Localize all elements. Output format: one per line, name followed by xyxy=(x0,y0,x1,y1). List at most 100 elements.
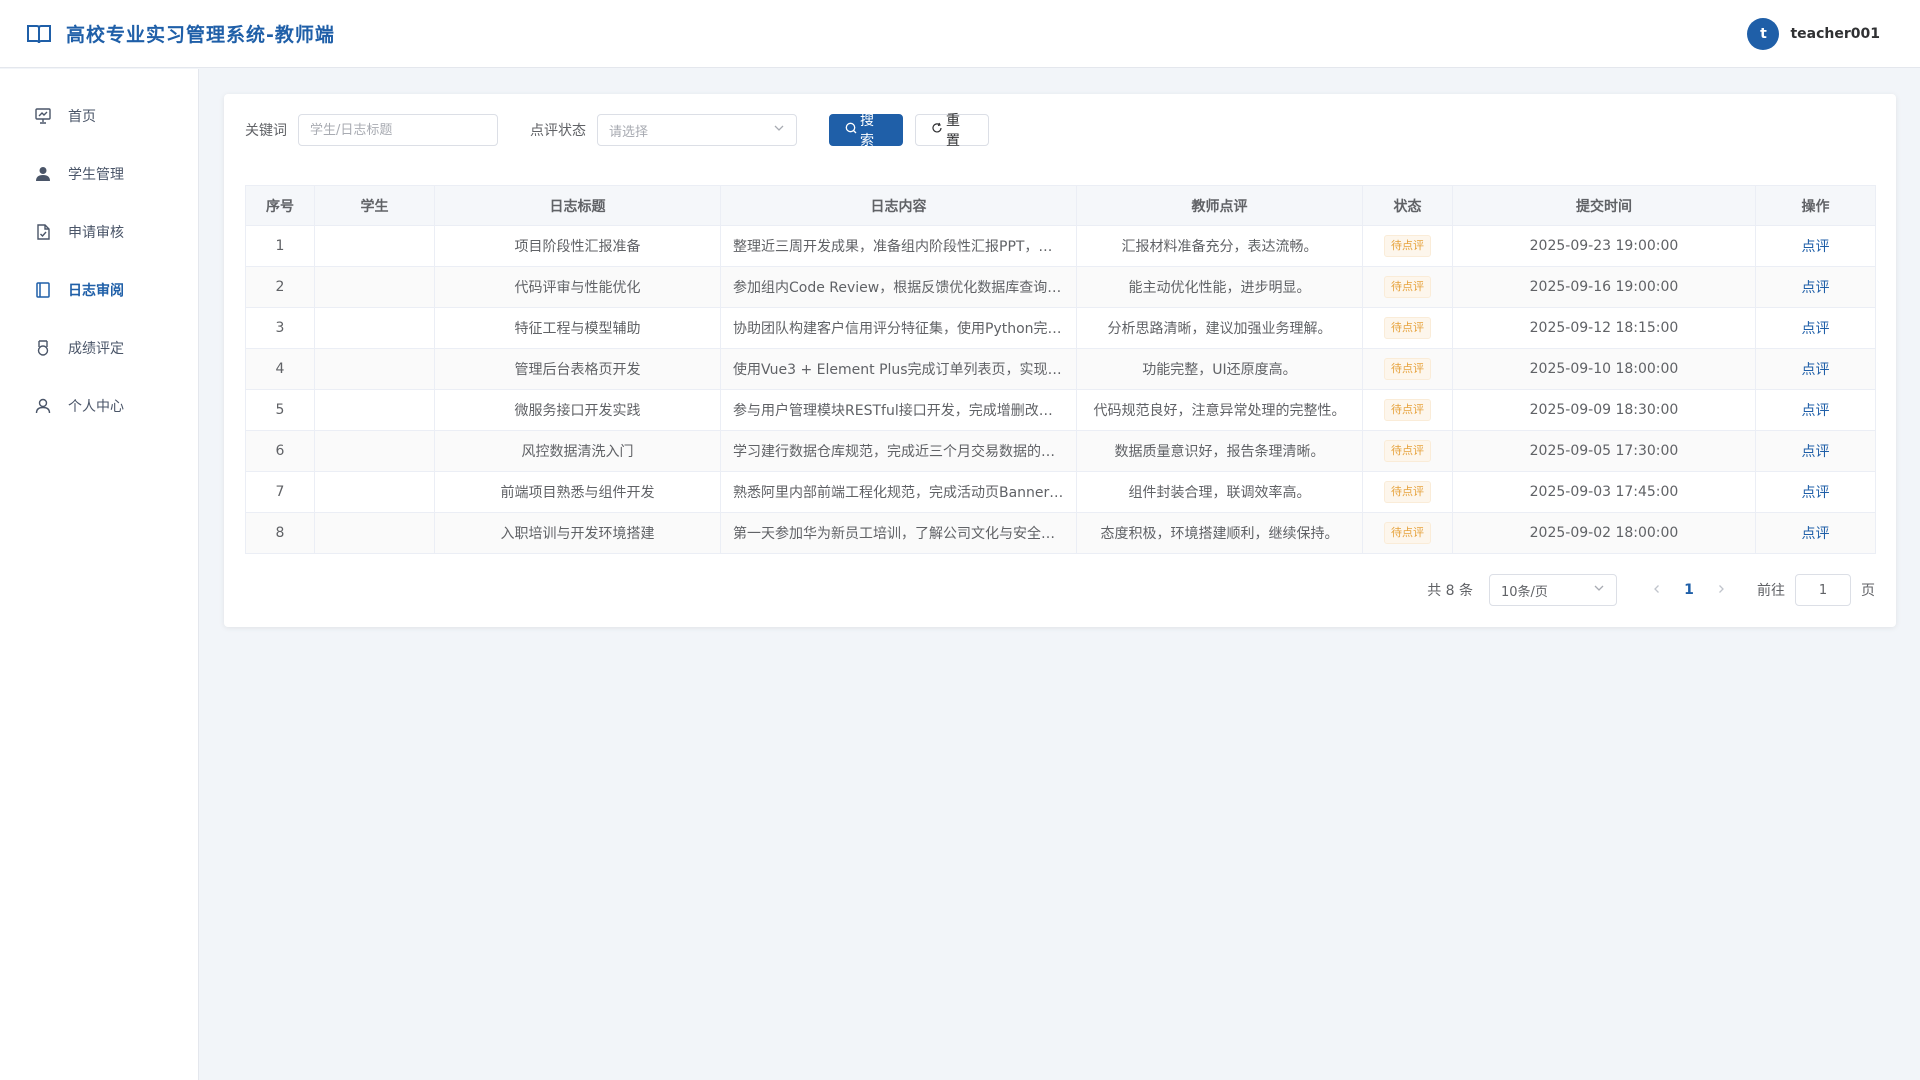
status-badge: 待点评 xyxy=(1384,522,1431,544)
status-badge: 待点评 xyxy=(1384,481,1431,503)
sidebar-item-grading[interactable]: 成绩评定 xyxy=(0,319,198,377)
app-title: 高校专业实习管理系统-教师端 xyxy=(66,24,335,46)
page-number[interactable]: 1 xyxy=(1673,582,1705,598)
page-suffix: 页 xyxy=(1861,583,1875,599)
sidebar-item-students[interactable]: 学生管理 xyxy=(0,145,198,203)
goto-label: 前往 xyxy=(1757,583,1785,599)
review-link[interactable]: 点评 xyxy=(1802,362,1830,378)
cell-action: 点评 xyxy=(1755,348,1876,390)
review-link[interactable]: 点评 xyxy=(1802,444,1830,460)
review-link[interactable]: 点评 xyxy=(1802,321,1830,337)
review-link[interactable]: 点评 xyxy=(1802,403,1830,419)
cell-student xyxy=(314,225,435,267)
cell-action: 点评 xyxy=(1755,266,1876,308)
column-header: 操作 xyxy=(1755,185,1876,226)
cell-index: 1 xyxy=(245,225,315,267)
review-link[interactable]: 点评 xyxy=(1802,485,1830,501)
cell-content: 协助团队构建客户信用评分特征集，使用Python完… xyxy=(720,307,1077,349)
cell-title: 前端项目熟悉与组件开发 xyxy=(434,471,721,513)
log-table: 序号 学生 日志标题 日志内容 教师点评 状态 提交时间 操作 1 项目阶段性汇… xyxy=(245,185,1876,554)
cell-action: 点评 xyxy=(1755,389,1876,431)
cell-content: 学习建行数据仓库规范，完成近三个月交易数据的… xyxy=(720,430,1077,472)
sidebar: 首页 学生管理 申请审核 日志审阅 成绩评定 个人中心 xyxy=(0,69,199,1080)
cell-content: 第一天参加华为新员工培训，了解公司文化与安全… xyxy=(720,512,1077,554)
cell-comment: 态度积极，环境搭建顺利，继续保持。 xyxy=(1076,512,1363,554)
cell-title: 项目阶段性汇报准备 xyxy=(434,225,721,267)
next-page-button[interactable] xyxy=(1705,582,1737,598)
cell-index: 3 xyxy=(245,307,315,349)
cell-content: 参与用户管理模块RESTful接口开发，完成增删改… xyxy=(720,389,1077,431)
cell-comment: 分析思路清晰，建议加强业务理解。 xyxy=(1076,307,1363,349)
status-label: 点评状态 xyxy=(530,123,586,139)
cell-comment: 功能完整，UI还原度高。 xyxy=(1076,348,1363,390)
cell-time: 2025-09-10 18:00:00 xyxy=(1452,348,1756,390)
cell-index: 7 xyxy=(245,471,315,513)
page-size-select[interactable]: 10条/页 xyxy=(1489,574,1617,606)
sidebar-item-applications[interactable]: 申请审核 xyxy=(0,203,198,261)
pagination-total: 共 8 条 xyxy=(1427,583,1473,599)
cell-time: 2025-09-05 17:30:00 xyxy=(1452,430,1756,472)
cell-action: 点评 xyxy=(1755,307,1876,349)
cell-student xyxy=(314,348,435,390)
log-review-card: 关键词 点评状态 请选择 搜索 重置 序号 xyxy=(224,94,1896,627)
cell-time: 2025-09-09 18:30:00 xyxy=(1452,389,1756,431)
avatar[interactable]: t xyxy=(1747,17,1780,50)
person-outline-icon xyxy=(34,397,52,415)
cell-comment: 代码规范良好，注意异常处理的完整性。 xyxy=(1076,389,1363,431)
reset-button[interactable]: 重置 xyxy=(915,113,989,149)
sidebar-item-label: 首页 xyxy=(68,109,96,125)
table-row: 3 特征工程与模型辅助 协助团队构建客户信用评分特征集，使用Python完… 分… xyxy=(245,307,1876,349)
cell-content: 参加组内Code Review，根据反馈优化数据库查询… xyxy=(720,266,1077,308)
table-row: 5 微服务接口开发实践 参与用户管理模块RESTful接口开发，完成增删改… 代… xyxy=(245,389,1876,431)
cell-content: 整理近三周开发成果，准备组内阶段性汇报PPT，… xyxy=(720,225,1077,267)
sidebar-item-home[interactable]: 首页 xyxy=(0,87,198,145)
username[interactable]: teacher001 xyxy=(1790,26,1880,42)
status-badge: 待点评 xyxy=(1384,276,1431,298)
cell-comment: 数据质量意识好，报告条理清晰。 xyxy=(1076,430,1363,472)
keyword-input[interactable] xyxy=(298,114,498,146)
sidebar-item-profile[interactable]: 个人中心 xyxy=(0,377,198,435)
cell-student xyxy=(314,512,435,554)
cell-student xyxy=(314,430,435,472)
sidebar-item-log-review[interactable]: 日志审阅 xyxy=(0,261,198,319)
cell-title: 特征工程与模型辅助 xyxy=(434,307,721,349)
cell-student xyxy=(314,389,435,431)
goto-page-input[interactable]: 1 xyxy=(1795,574,1851,606)
column-header: 学生 xyxy=(314,185,435,226)
review-link[interactable]: 点评 xyxy=(1802,239,1830,255)
book-icon xyxy=(26,23,52,45)
cell-action: 点评 xyxy=(1755,430,1876,472)
review-link[interactable]: 点评 xyxy=(1802,280,1830,296)
status-badge: 待点评 xyxy=(1384,235,1431,257)
status-badge: 待点评 xyxy=(1384,440,1431,462)
column-header: 教师点评 xyxy=(1076,185,1363,226)
cell-status: 待点评 xyxy=(1362,348,1453,390)
cell-status: 待点评 xyxy=(1362,389,1453,431)
cell-title: 入职培训与开发环境搭建 xyxy=(434,512,721,554)
table-row: 8 入职培训与开发环境搭建 第一天参加华为新员工培训，了解公司文化与安全… 态度… xyxy=(245,512,1876,554)
cell-student xyxy=(314,307,435,349)
cell-comment: 汇报材料准备充分，表达流畅。 xyxy=(1076,225,1363,267)
table-row: 1 项目阶段性汇报准备 整理近三周开发成果，准备组内阶段性汇报PPT，… 汇报材… xyxy=(245,225,1876,267)
user-menu[interactable]: t teacher001 xyxy=(1747,17,1894,50)
cell-title: 微服务接口开发实践 xyxy=(434,389,721,431)
keyword-label: 关键词 xyxy=(245,123,287,139)
review-link[interactable]: 点评 xyxy=(1802,526,1830,542)
cell-time: 2025-09-16 19:00:00 xyxy=(1452,266,1756,308)
prev-page-button[interactable] xyxy=(1641,582,1673,598)
cell-time: 2025-09-02 18:00:00 xyxy=(1452,512,1756,554)
cell-student xyxy=(314,266,435,308)
status-select-placeholder: 请选择 xyxy=(609,124,649,140)
status-select[interactable]: 请选择 xyxy=(597,114,797,146)
search-button[interactable]: 搜索 xyxy=(829,113,903,149)
cell-action: 点评 xyxy=(1755,512,1876,554)
cell-comment: 组件封装合理，联调效率高。 xyxy=(1076,471,1363,513)
table-row: 2 代码评审与性能优化 参加组内Code Review，根据反馈优化数据库查询…… xyxy=(245,266,1876,308)
cell-status: 待点评 xyxy=(1362,225,1453,267)
column-header: 序号 xyxy=(245,185,315,226)
cell-student xyxy=(314,471,435,513)
cell-title: 管理后台表格页开发 xyxy=(434,348,721,390)
sidebar-item-label: 申请审核 xyxy=(68,225,124,241)
column-header: 状态 xyxy=(1362,185,1453,226)
page-size-value: 10条/页 xyxy=(1501,584,1548,600)
